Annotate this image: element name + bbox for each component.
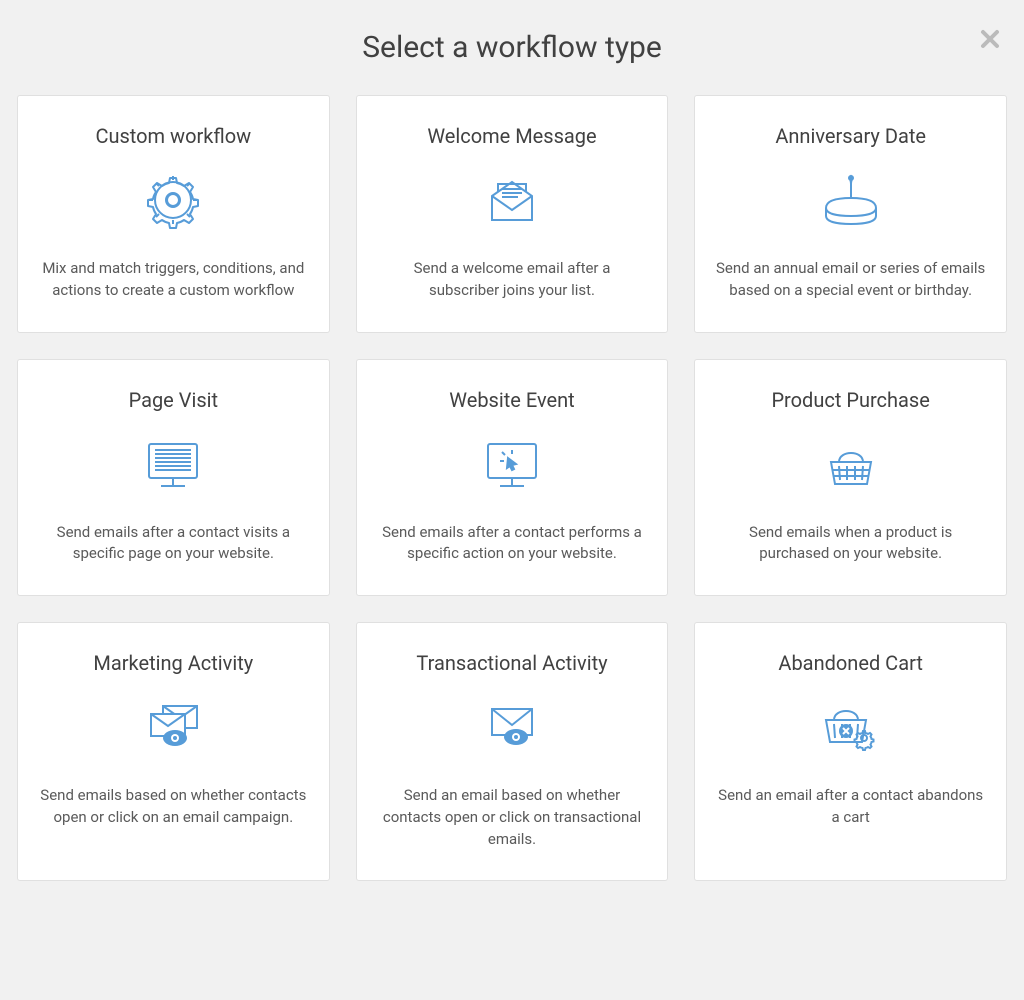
card-anniversary-date[interactable]: Anniversary Date Send an annual email or… [694,95,1007,333]
gear-icon [143,170,203,230]
card-title: Transactional Activity [416,651,607,675]
card-description: Send emails when a product is purchased … [715,522,986,566]
card-title: Website Event [449,388,574,412]
card-abandoned-cart[interactable]: Abandoned Cart Send an email after a con… [694,622,1007,881]
card-description: Send emails after a contact performs a s… [377,522,648,566]
modal-title: Select a workflow type [15,30,1009,65]
card-description: Send emails based on whether contacts op… [38,785,309,829]
card-title: Product Purchase [771,388,929,412]
card-title: Marketing Activity [93,651,253,675]
card-description: Send an annual email or series of emails… [715,258,986,302]
envelopes-eye-icon [141,697,205,757]
card-description: Send emails after a contact visits a spe… [38,522,309,566]
close-icon [978,27,1002,51]
card-description: Mix and match triggers, conditions, and … [38,258,309,302]
envelope-eye-icon [482,697,542,757]
monitor-click-icon [480,434,544,494]
card-description: Send an email based on whether contacts … [377,785,648,850]
modal-header: Select a workflow type [15,15,1009,95]
envelope-open-icon [482,170,542,230]
card-title: Page Visit [129,388,219,412]
card-custom-workflow[interactable]: Custom workflow Mix and match triggers, … [17,95,330,333]
card-welcome-message[interactable]: Welcome Message Send a welcome email aft… [356,95,669,333]
card-description: Send a welcome email after a subscriber … [377,258,648,302]
card-transactional-activity[interactable]: Transactional Activity Send an email bas… [356,622,669,881]
card-description: Send an email after a contact abandons a… [715,785,986,829]
basket-x-gear-icon [818,697,884,757]
card-product-purchase[interactable]: Product Purchase Send emails when a prod… [694,359,1007,597]
card-title: Abandoned Cart [778,651,922,675]
card-title: Custom workflow [95,124,251,148]
basket-icon [821,434,881,494]
cake-icon [818,170,884,230]
card-website-event[interactable]: Website Event Send emails after a contac… [356,359,669,597]
close-button[interactable] [976,27,1004,55]
card-page-visit[interactable]: Page Visit Send emails after a contact v… [17,359,330,597]
workflow-grid: Custom workflow Mix and match triggers, … [15,95,1009,881]
monitor-lines-icon [141,434,205,494]
card-title: Anniversary Date [775,124,926,148]
card-title: Welcome Message [427,124,596,148]
card-marketing-activity[interactable]: Marketing Activity Send emails based on … [17,622,330,881]
